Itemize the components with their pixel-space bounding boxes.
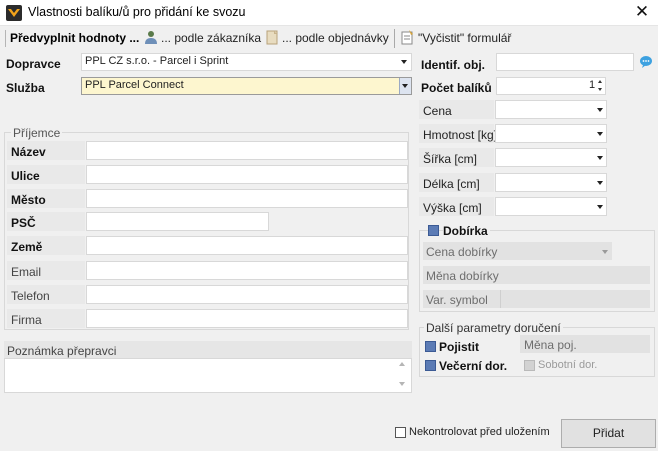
sobotni-label: Sobotní dor. — [538, 359, 598, 371]
nazev-input[interactable] — [86, 141, 408, 160]
prefill-label: Předvyplnit hodnoty ... — [10, 31, 140, 45]
zeme-input[interactable] — [86, 236, 408, 255]
dopravce-label: Dopravce — [6, 57, 61, 71]
delivery-group-label: Další parametry doručení — [424, 321, 563, 335]
clear-form-icon — [401, 30, 413, 45]
ulice-label: Ulice — [11, 169, 40, 183]
pocet-label: Počet balíků — [421, 81, 492, 95]
toolbar-left-separator — [5, 30, 6, 47]
toolbar-separator — [394, 29, 395, 48]
nekontrolovat-checkbox[interactable] — [395, 427, 406, 438]
delka-label: Délka [cm] — [423, 177, 480, 191]
pojistit-checkbox[interactable] — [425, 341, 436, 352]
pocet-value: 1 — [589, 79, 596, 91]
ulice-input[interactable] — [86, 165, 408, 184]
dopravce-value: PPL CZ s.r.o. - Parcel i Sprint — [85, 55, 229, 67]
chevron-down-icon — [597, 156, 603, 160]
chevron-down-icon — [402, 84, 408, 88]
delka-select[interactable] — [495, 173, 607, 192]
firma-input[interactable] — [86, 309, 408, 328]
vyska-select[interactable] — [495, 197, 607, 216]
prefill-by-customer-button[interactable]: ... podle zákazníka — [161, 31, 261, 45]
customer-icon — [145, 31, 157, 44]
clear-form-button[interactable]: "Vyčistit" formulář — [418, 31, 511, 45]
vecerni-label: Večerní dor. — [439, 359, 508, 373]
dobirka-label: Dobírka — [443, 224, 490, 238]
email-label: Email — [11, 265, 42, 279]
app-logo-icon — [6, 5, 22, 21]
chevron-down-icon[interactable] — [401, 60, 407, 64]
stepper-down-icon[interactable] — [598, 88, 602, 91]
recipient-group-label: Příjemce — [11, 126, 63, 140]
chat-bubble-icon[interactable] — [639, 55, 653, 69]
mena-poj-label: Měna poj. — [524, 338, 577, 352]
hmotnost-label: Hmotnost [kg] — [423, 128, 498, 142]
pojistit-label: Pojistit — [439, 340, 480, 354]
nazev-label: Název — [11, 145, 46, 159]
dobirka-checkbox[interactable] — [428, 225, 439, 236]
vecerni-checkbox[interactable] — [425, 360, 436, 371]
stepper-up-icon[interactable] — [598, 80, 602, 83]
scroll-up-icon[interactable] — [399, 362, 405, 366]
mesto-label: Město — [11, 193, 46, 207]
zeme-label: Země — [11, 240, 43, 254]
psc-label: PSČ — [11, 216, 36, 230]
psc-input[interactable] — [86, 212, 269, 231]
var-symbol-divider — [500, 290, 501, 308]
hmotnost-select[interactable] — [495, 124, 607, 143]
sluzba-value: PPL Parcel Connect — [85, 79, 184, 91]
close-icon[interactable]: ✕ — [632, 2, 652, 22]
chevron-down-icon — [597, 132, 603, 136]
identif-input[interactable] — [496, 53, 634, 71]
cena-dobirky-label: Cena dobírky — [426, 245, 498, 259]
identif-label: Identif. obj. — [421, 58, 485, 72]
note-textarea[interactable] — [4, 358, 412, 393]
telefon-label: Telefon — [11, 289, 50, 303]
telefon-input[interactable] — [86, 285, 408, 304]
cena-label: Cena — [423, 104, 452, 118]
pridat-button[interactable]: Přidat — [561, 419, 656, 448]
var-symbol-label: Var. symbol — [426, 293, 488, 307]
vyska-label: Výška [cm] — [423, 201, 482, 215]
mesto-input[interactable] — [86, 189, 408, 208]
window-title: Vlastnosti balíku/ů pro přidání ke svozu — [28, 5, 246, 19]
chevron-down-icon — [597, 205, 603, 209]
scroll-down-icon[interactable] — [399, 382, 405, 386]
prefill-by-order-button[interactable]: ... podle objednávky — [282, 31, 389, 45]
order-icon — [266, 30, 278, 45]
cena-select[interactable] — [495, 100, 607, 119]
sobotni-checkbox — [524, 360, 535, 371]
chevron-down-icon — [602, 250, 608, 254]
sluzba-label: Služba — [6, 81, 45, 95]
sirka-label: Šířka [cm] — [423, 152, 478, 166]
note-label: Poznámka přepravci — [7, 344, 117, 358]
mena-dobirky-label: Měna dobírky — [426, 269, 499, 283]
email-input[interactable] — [86, 261, 408, 280]
sirka-select[interactable] — [495, 148, 607, 167]
chevron-down-icon — [597, 181, 603, 185]
chevron-down-icon — [597, 108, 603, 112]
firma-label: Firma — [11, 313, 42, 327]
nekontrolovat-label: Nekontrolovat před uložením — [409, 426, 550, 438]
